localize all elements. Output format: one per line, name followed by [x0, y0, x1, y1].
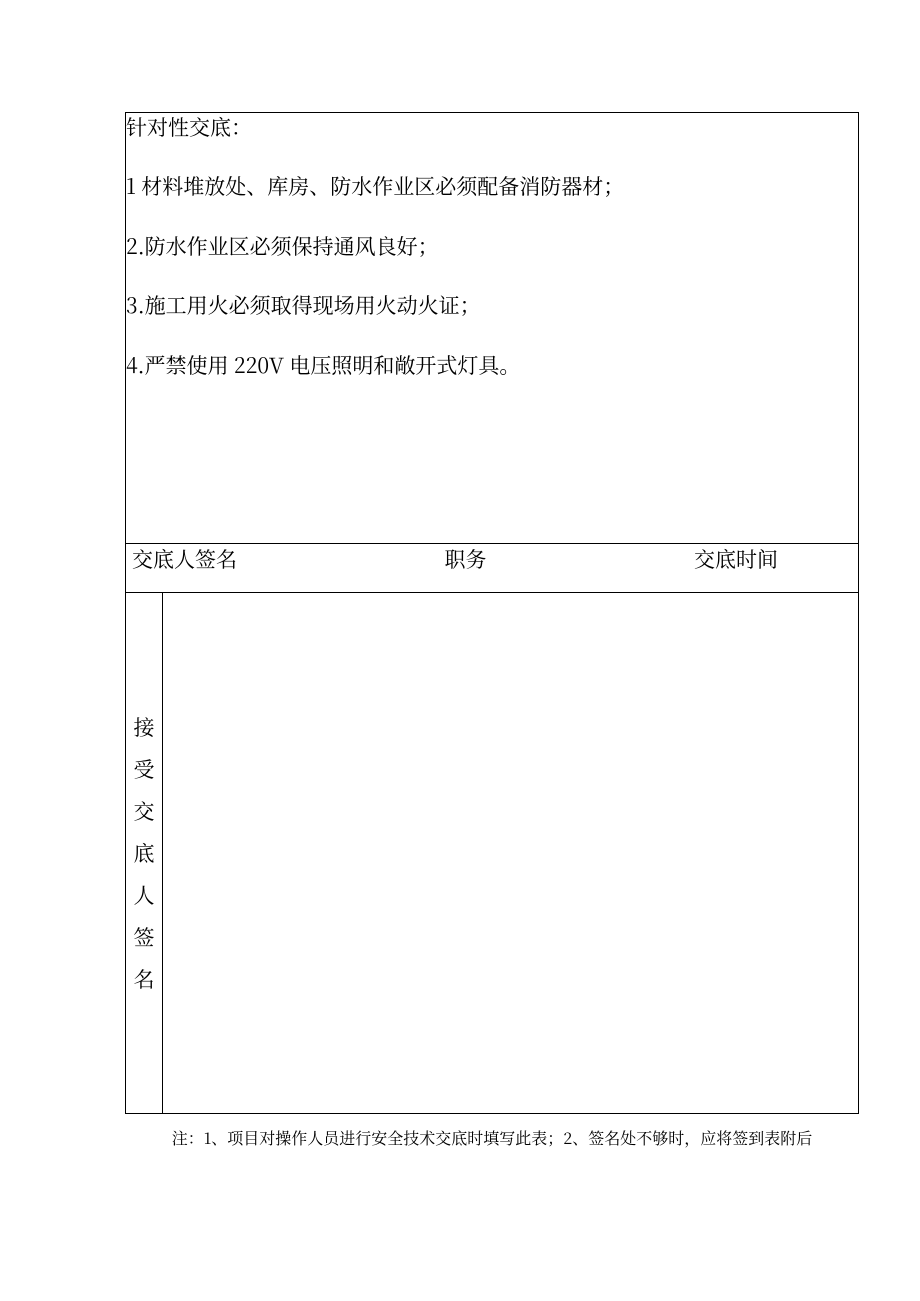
content-item-4: 4.严禁使用 220V 电压照明和敞开式灯具。	[126, 351, 858, 380]
content-heading: 针对性交底：	[126, 113, 858, 142]
content-cell: 针对性交底： 1 材料堆放处、库房、防水作业区必须配备消防器材； 2.防水作业区…	[126, 113, 859, 544]
footnote: 注：1、项目对操作人员进行安全技术交底时填写此表；2、签名处不够时，应将签到表附…	[125, 1126, 859, 1149]
content-item-1: 1 材料堆放处、库房、防水作业区必须配备消防器材；	[126, 172, 858, 201]
document-page: { "content": { "heading": "针对性交底：", "ite…	[0, 0, 920, 1301]
content-item-2: 2.防水作业区必须保持通风良好；	[126, 232, 858, 261]
receiver-vertical-label-cell: 接受交底人签名	[126, 593, 163, 1114]
signature-row: 交底人签名 职务 交底时间	[126, 544, 859, 593]
time-label: 交底时间	[694, 544, 778, 574]
receiver-vertical-label: 接受交底人签名	[126, 706, 162, 1000]
form-table: 针对性交底： 1 材料堆放处、库房、防水作业区必须配备消防器材； 2.防水作业区…	[125, 112, 859, 1114]
presenter-signature-label: 交底人签名	[132, 544, 237, 574]
content-item-3: 3.施工用火必须取得现场用火动火证；	[126, 291, 858, 320]
position-label: 职务	[445, 544, 487, 574]
receiver-signature-area	[163, 593, 859, 1114]
